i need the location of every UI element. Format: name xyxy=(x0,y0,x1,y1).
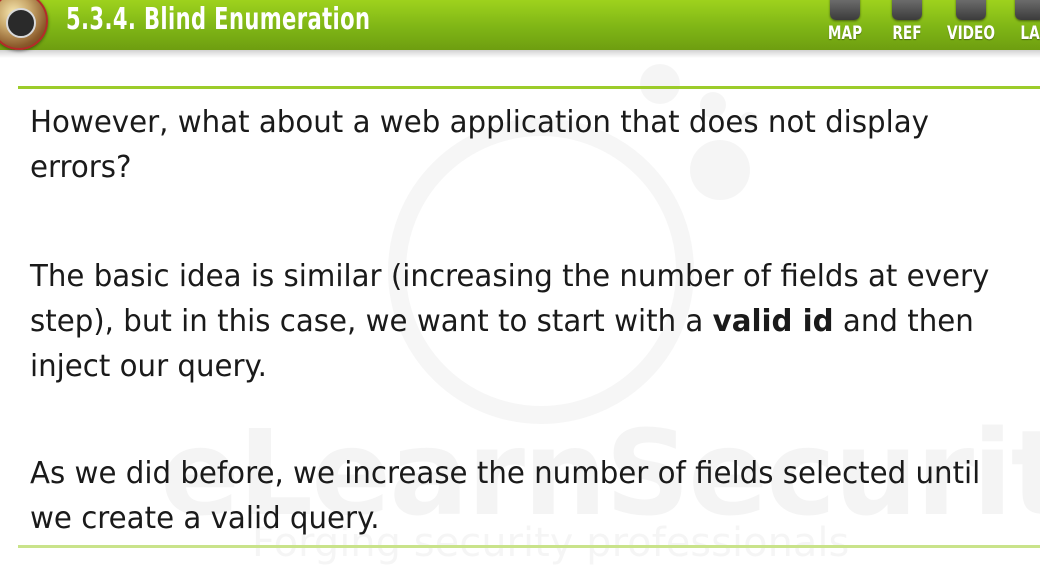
video-icon xyxy=(956,0,986,20)
lab-label: LA xyxy=(1020,22,1040,44)
slide-header: 5.3.4. Blind Enumeration MAP REF VIDEO L… xyxy=(0,0,1040,50)
ref-label: REF xyxy=(892,22,922,44)
ref-button[interactable]: REF xyxy=(882,0,932,48)
video-button[interactable]: VIDEO xyxy=(940,0,1002,48)
logo-center xyxy=(6,8,36,38)
map-icon xyxy=(830,0,860,20)
map-label: MAP xyxy=(827,22,863,44)
lab-icon xyxy=(1015,0,1040,20)
watermark-dot xyxy=(640,64,680,104)
slide-title: 5.3.4. Blind Enumeration xyxy=(66,2,371,37)
content-top-rule xyxy=(18,86,1040,89)
reference-icon xyxy=(892,0,922,20)
lab-button[interactable]: LA xyxy=(1010,0,1040,48)
course-logo-icon xyxy=(0,0,48,50)
content-bottom-rule xyxy=(18,545,1040,548)
paragraph-2: The basic idea is similar (increasing th… xyxy=(30,254,1005,389)
video-label: VIDEO xyxy=(947,22,995,44)
paragraph-2-bold: valid id xyxy=(712,304,834,339)
paragraph-1: However, what about a web application th… xyxy=(30,105,929,185)
map-button[interactable]: MAP xyxy=(820,0,870,48)
header-shadow xyxy=(0,50,1040,58)
paragraph-3: As we did before, we increase the number… xyxy=(30,456,981,536)
